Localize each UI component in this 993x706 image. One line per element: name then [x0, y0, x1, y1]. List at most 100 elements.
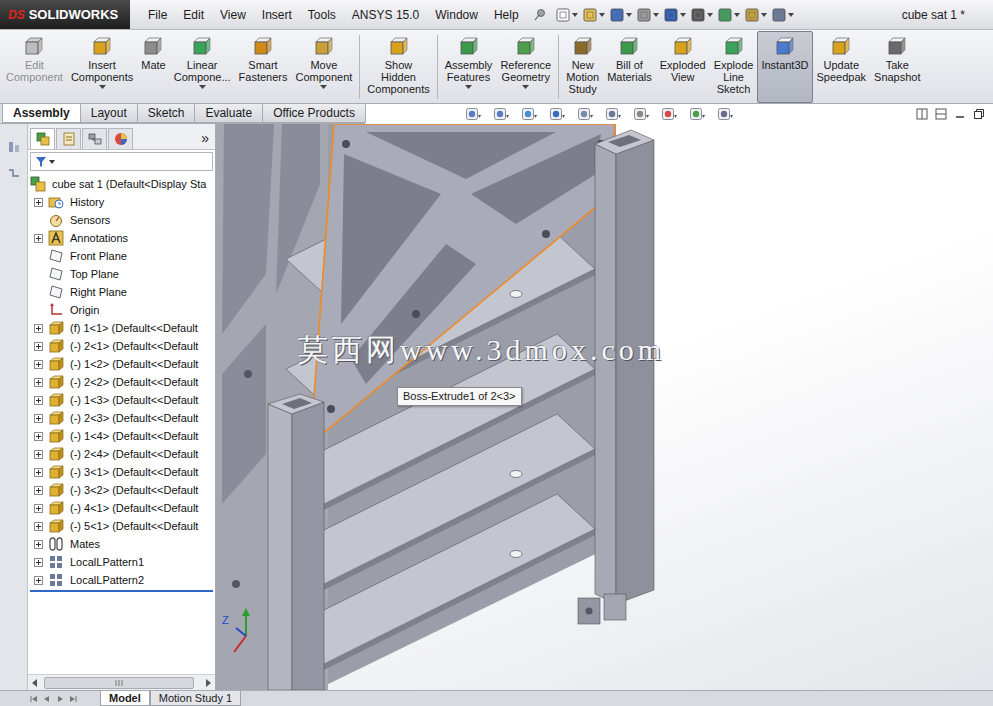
section-view-icon[interactable]: [549, 106, 565, 122]
scroll-thumb[interactable]: [44, 677, 194, 689]
quick-tool[interactable]: [636, 7, 659, 23]
file-explorer-icon[interactable]: [7, 166, 21, 180]
apply-scene-icon[interactable]: [689, 106, 705, 122]
expand-toggle-icon[interactable]: [34, 468, 43, 477]
tree-item[interactable]: LocalLPattern1: [28, 553, 215, 571]
bottom-tab[interactable]: Model: [100, 691, 150, 706]
more-tabs-button[interactable]: »: [195, 130, 215, 149]
quick-tool[interactable]: [744, 7, 767, 23]
expand-toggle-icon[interactable]: [34, 378, 43, 387]
previous-view-icon[interactable]: [521, 106, 537, 122]
tree-item[interactable]: Front Plane: [28, 247, 215, 265]
view-orientation-icon[interactable]: [577, 106, 593, 122]
expand-toggle-icon[interactable]: [34, 396, 43, 405]
view-settings-icon[interactable]: [717, 106, 733, 122]
edit-appearance-icon[interactable]: [661, 106, 677, 122]
command-button[interactable]: Take Snapshot: [870, 31, 924, 103]
expand-toggle-icon[interactable]: [34, 198, 43, 207]
horizontal-scrollbar[interactable]: [28, 674, 215, 690]
scroll-right-icon[interactable]: [201, 676, 215, 690]
quick-tool[interactable]: [582, 7, 605, 23]
quick-tool[interactable]: [717, 7, 740, 23]
tree-item[interactable]: (-) 4<1> (Default<<Default: [28, 499, 215, 517]
panel-tab[interactable]: [82, 128, 107, 149]
tree-item[interactable]: (-) 1<2> (Default<<Default: [28, 355, 215, 373]
menu-item[interactable]: Help: [486, 5, 527, 25]
panel-tab[interactable]: [56, 128, 81, 149]
expand-toggle-icon[interactable]: [34, 522, 43, 531]
tree-item[interactable]: (f) 1<1> (Default<<Default: [28, 319, 215, 337]
menu-item[interactable]: Edit: [175, 5, 212, 25]
tree-item[interactable]: Sensors: [28, 211, 215, 229]
tree-item[interactable]: (-) 2<3> (Default<<Default: [28, 409, 215, 427]
panel-tab[interactable]: [30, 128, 55, 149]
command-button[interactable]: Mate: [137, 31, 169, 103]
quick-tool[interactable]: [771, 7, 794, 23]
shelf[interactable]: [286, 494, 595, 670]
tree-item[interactable]: (-) 1<4> (Default<<Default: [28, 427, 215, 445]
command-button[interactable]: Instant3D: [757, 31, 812, 103]
expand-toggle-icon[interactable]: [34, 414, 43, 423]
feet[interactable]: [578, 594, 626, 624]
command-button[interactable]: Show Hidden Components: [363, 31, 433, 103]
pin-icon[interactable]: [533, 8, 547, 22]
tree-item[interactable]: History: [28, 193, 215, 211]
tree-root[interactable]: cube sat 1 (Default<Display Sta: [28, 175, 215, 193]
command-button[interactable]: New Motion Study: [562, 31, 603, 103]
expand-toggle-icon[interactable]: [34, 342, 43, 351]
split-icon[interactable]: [935, 108, 947, 120]
zoom-to-fit-icon[interactable]: [465, 106, 481, 122]
rollback-bar[interactable]: [30, 590, 213, 592]
right-rail[interactable]: [595, 130, 654, 604]
graphics-area[interactable]: Z莫西网www.3dmox.comBoss-Extrude1 of 2<3>: [216, 124, 993, 690]
menu-item[interactable]: ANSYS 15.0: [344, 5, 427, 25]
quick-tool[interactable]: [663, 7, 686, 23]
tree-item[interactable]: Annotations: [28, 229, 215, 247]
tree-item[interactable]: (-) 3<1> (Default<<Default: [28, 463, 215, 481]
quick-tool[interactable]: [555, 7, 578, 23]
menu-item[interactable]: Insert: [254, 5, 300, 25]
expand-toggle-icon[interactable]: [34, 450, 43, 459]
previous-tab-icon[interactable]: [43, 695, 51, 703]
command-button[interactable]: Assembly Features: [441, 31, 497, 103]
tree-item[interactable]: (-) 2<2> (Default<<Default: [28, 373, 215, 391]
tile-icon[interactable]: [916, 108, 928, 120]
last-tab-icon[interactable]: [69, 695, 77, 703]
expand-toggle-icon[interactable]: [34, 432, 43, 441]
bottom-tab[interactable]: Motion Study 1: [150, 691, 241, 706]
command-button[interactable]: Bill of Materials: [603, 31, 656, 103]
menu-item[interactable]: View: [212, 5, 254, 25]
left-rail[interactable]: [268, 394, 324, 690]
design-library-icon[interactable]: [7, 140, 21, 154]
restore-icon[interactable]: [973, 108, 985, 120]
command-tab[interactable]: Layout: [80, 104, 138, 123]
command-tab[interactable]: Assembly: [2, 104, 81, 123]
command-button[interactable]: Edit Component: [2, 31, 67, 103]
tree-item[interactable]: Mates: [28, 535, 215, 553]
tree-item[interactable]: (-) 3<2> (Default<<Default: [28, 481, 215, 499]
quick-tool[interactable]: [690, 7, 713, 23]
next-tab-icon[interactable]: [56, 695, 64, 703]
expand-toggle-icon[interactable]: [34, 360, 43, 369]
quick-tool[interactable]: [609, 7, 632, 23]
tree-item[interactable]: (-) 2<1> (Default<<Default: [28, 337, 215, 355]
command-button[interactable]: Move Component: [291, 31, 356, 103]
command-button[interactable]: Linear Compone...: [170, 31, 235, 103]
brand-logo[interactable]: DSSOLIDWORKS: [0, 0, 130, 29]
command-tab[interactable]: Office Products: [262, 104, 366, 123]
expand-toggle-icon[interactable]: [34, 486, 43, 495]
tree-item[interactable]: (-) 5<1> (Default<<Default: [28, 517, 215, 535]
expand-toggle-icon[interactable]: [34, 576, 43, 585]
tree-item[interactable]: LocalLPattern2: [28, 571, 215, 589]
tree-item[interactable]: (-) 1<3> (Default<<Default: [28, 391, 215, 409]
display-style-icon[interactable]: [605, 106, 621, 122]
menu-item[interactable]: Tools: [300, 5, 344, 25]
command-tab[interactable]: Evaluate: [194, 104, 263, 123]
cube-sat-model[interactable]: Z: [216, 124, 993, 690]
scroll-left-icon[interactable]: [28, 676, 42, 690]
command-button[interactable]: Update Speedpak: [813, 31, 871, 103]
command-button[interactable]: Smart Fasteners: [235, 31, 292, 103]
tree-item[interactable]: Origin: [28, 301, 215, 319]
command-button[interactable]: Insert Components: [67, 31, 137, 103]
side-plate[interactable]: [216, 124, 328, 690]
